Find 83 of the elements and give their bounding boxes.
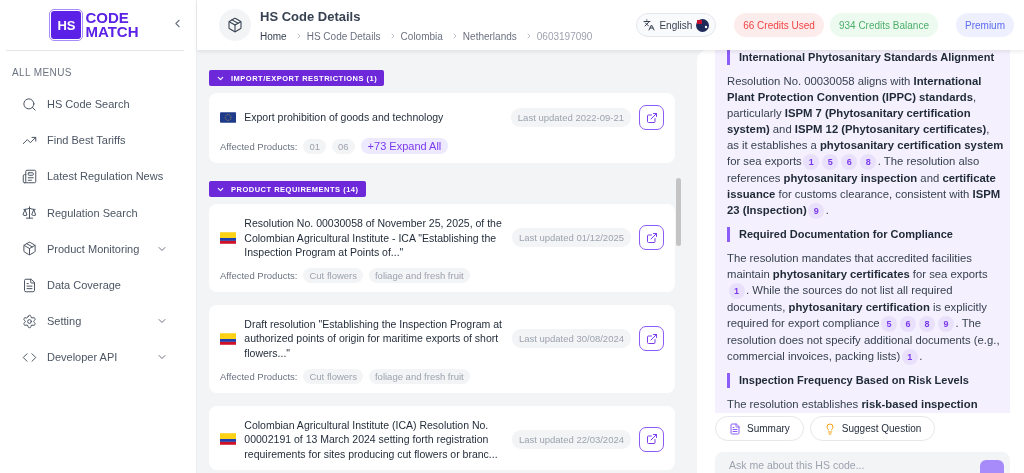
lightbulb-icon [823, 422, 836, 435]
open-external-button[interactable] [639, 426, 664, 452]
colombia-flag-icon [220, 231, 237, 244]
product-tag: Cut flowers [303, 368, 363, 384]
citation-badge[interactable]: 5 [822, 154, 839, 170]
translate-icon [643, 19, 656, 31]
product-tag: foliage and fresh fruit [368, 267, 470, 283]
affected-products-label: Affected Products: [220, 370, 298, 382]
external-link-icon [645, 111, 658, 124]
newspaper-icon [22, 168, 37, 184]
last-updated-badge: Last updated 30/08/2024 [511, 329, 631, 349]
sidebar-item[interactable]: Product Monitoring [0, 230, 196, 267]
sidebar-item[interactable]: HS Code Search [0, 86, 196, 123]
sidebar-item[interactable]: Regulation Search [0, 194, 196, 231]
suggestion-button[interactable]: Summary [715, 416, 804, 441]
citation-badge[interactable]: 8 [860, 154, 877, 170]
affected-products-label: Affected Products: [220, 269, 298, 281]
breadcrumb-link[interactable]: Home [260, 30, 287, 42]
open-external-button[interactable] [639, 326, 664, 352]
credits-used-badge: 66 Credits Used [734, 13, 824, 37]
citation-badge[interactable]: 1 [901, 349, 918, 366]
cube-icon [219, 9, 251, 41]
citation-badge[interactable]: 9 [808, 203, 825, 220]
answer-heading: International Phytosanitary Standards Alignment [727, 50, 1004, 65]
document-icon [729, 422, 741, 435]
scale-icon [22, 205, 37, 221]
chat-input-field[interactable]: Ask me about this HS code... [715, 452, 1010, 473]
plan-badge: Premium [956, 13, 1014, 37]
breadcrumb-link[interactable]: Netherlands [462, 30, 517, 42]
regulation-title: Export prohibition of goods and technology [244, 110, 445, 125]
citation-badge[interactable]: 8 [919, 316, 936, 333]
affected-products-label: Affected Products: [220, 140, 298, 152]
logo-badge: HS [51, 11, 82, 39]
product-tag: Cut flowers [303, 267, 363, 283]
breadcrumb-link[interactable]: 0603197090 [536, 30, 593, 42]
last-updated-badge: Last updated 01/12/2025 [511, 228, 631, 248]
breadcrumb-link[interactable]: Colombia [400, 30, 443, 42]
sidebar-item[interactable]: Setting [0, 303, 196, 340]
scrollbar-thumb[interactable] [676, 178, 681, 246]
sidebar-item[interactable]: Developer API [0, 339, 196, 376]
suggestion-button[interactable]: Suggest Question [809, 416, 936, 441]
open-external-button[interactable] [639, 105, 664, 130]
product-tag: 01 [303, 138, 327, 154]
citation-badge[interactable]: 1 [803, 154, 820, 170]
sidebar-item[interactable]: Find Best Tariffs [0, 122, 196, 159]
colombia-flag-icon [220, 433, 237, 446]
answer-heading: Inspection Frequency Based on Risk Levels [727, 373, 1004, 389]
open-external-button[interactable] [639, 225, 664, 251]
sidebar-item[interactable]: Data Coverage [0, 266, 196, 304]
settings-icon [22, 313, 37, 329]
citation-badge[interactable]: 1 [728, 283, 745, 300]
sidebar-item[interactable]: Latest Regulation News [0, 158, 196, 195]
language-button[interactable]: English [636, 13, 717, 37]
external-link-icon [645, 332, 658, 345]
product-tag: foliage and fresh fruit [368, 368, 470, 384]
menu-section-label: ALL MENUS [12, 67, 73, 78]
answer-paragraph: Resolution No. 00030058 aligns with International Plant Protection Convention (IPPC) standards, particularly ISPM 7 (Phytosanitary certification system) and ISPM 12 (Phytosanitary certificates), as it establishes a phytosanitary certification system for sea exports 1 5 6 8 . The resolution also references phytosanitary inspection and certificate issuance for customs clearance, consistent with ISPM 23 (Inspection) 9 . [727, 73, 1004, 220]
expand-all-button[interactable]: +73 Expand All [360, 138, 449, 154]
regulation-title: Colombian Agricultural Institute (ICA) Resolution No. 00002191 of 13 March 2024 setting forth registration requirements for sites producing cut flowers or branc... [244, 417, 499, 462]
product-tag: 06 [332, 138, 355, 154]
answer-paragraph: The resolution establishes risk-based inspection [727, 397, 979, 413]
flag-icon [696, 18, 710, 32]
citation-badge[interactable]: 6 [841, 154, 858, 170]
last-updated-badge: Last updated 22/03/2024 [511, 429, 631, 449]
breadcrumb-link[interactable]: HS Code Details [306, 30, 381, 42]
regulation-title: Resolution No. 00030058 of November 25, 2025, of the Colombian Agricultural Institute - ICA "Establishing the Inspection Program at Points of..." [244, 216, 503, 260]
regulation-title: Draft resolution "Establishing the Inspection Program at authorized points of origin for maritime exports of short flowers..." [244, 316, 503, 361]
page-title: HS Code Details [260, 8, 362, 24]
cube-icon [22, 241, 37, 257]
citation-badge[interactable]: 5 [881, 316, 898, 333]
credits-balance-badge: 934 Credits Balance [829, 13, 938, 37]
external-link-icon [645, 433, 658, 446]
search-icon [22, 96, 37, 112]
document-icon [22, 277, 37, 293]
last-updated-badge: Last updated 2022-09-21 [510, 108, 631, 127]
eu-flag-icon [220, 112, 237, 123]
citation-badge[interactable]: 9 [938, 316, 955, 333]
external-link-icon [645, 231, 658, 244]
colombia-flag-icon [220, 332, 237, 345]
citation-badge[interactable]: 6 [900, 316, 917, 333]
answer-paragraph: The resolution mandates that accredited facilities maintain phytosanitary certificates for sea exports 1 . While the sources do not list all required documents, phytosanitary certification is explicitly required for export compliance 5 6 8 9 . The resolution does not specify additional documents (e.g., commercial invoices, packing lists) 1 . [727, 250, 1004, 366]
logo-wordmark: CODE MATCH [85, 11, 139, 39]
answer-heading: Required Documentation for Compliance [727, 227, 1004, 243]
